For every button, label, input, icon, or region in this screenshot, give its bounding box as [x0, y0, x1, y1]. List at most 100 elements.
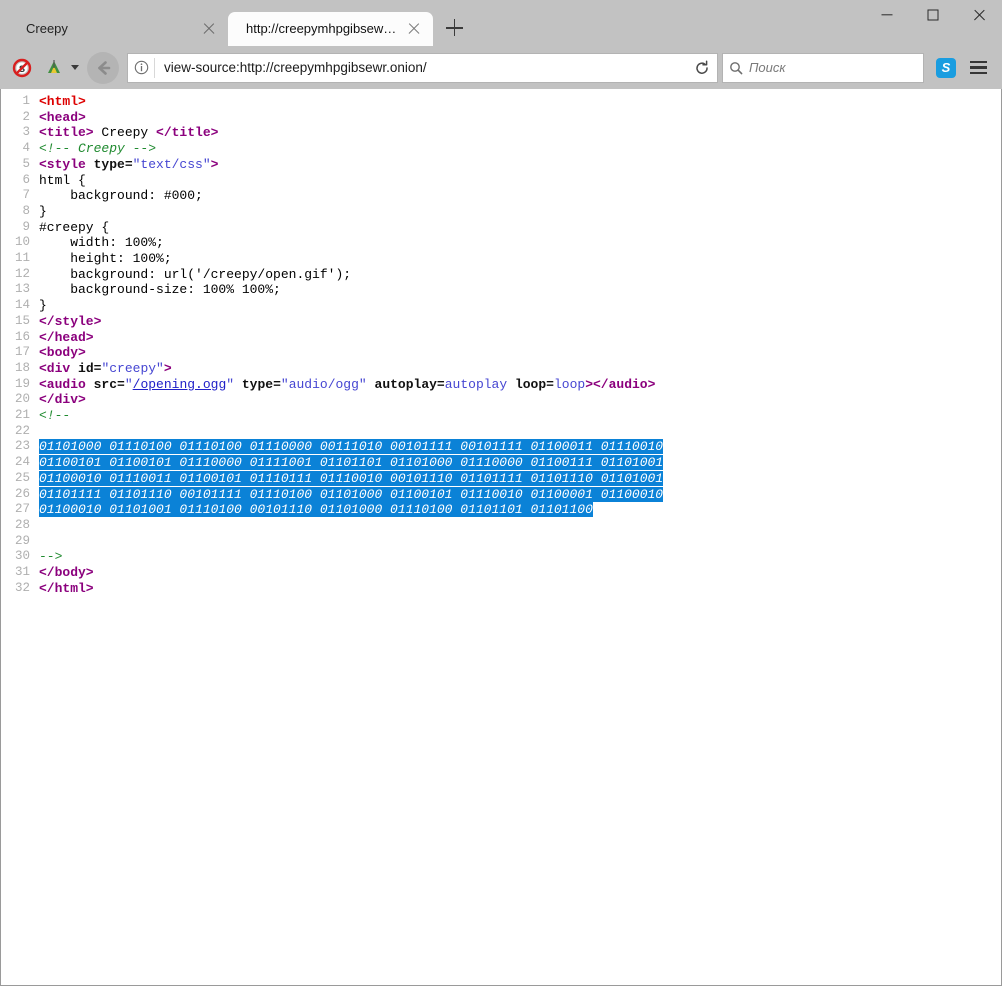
search-bar[interactable]: Поиск: [722, 53, 924, 83]
line-code[interactable]: }: [39, 204, 1001, 220]
line-code[interactable]: height: 100%;: [39, 251, 1001, 267]
tab-creepy[interactable]: Creepy: [8, 12, 228, 46]
line-code[interactable]: </div>: [39, 392, 1001, 408]
line-code[interactable]: <head>: [39, 110, 1001, 126]
source-link[interactable]: /opening.ogg: [133, 377, 227, 392]
window-controls: [864, 0, 1002, 46]
line-code[interactable]: 01100010 01101001 01110100 00101110 0110…: [39, 502, 1001, 518]
line-code[interactable]: }: [39, 298, 1001, 314]
source-comment: -->: [39, 549, 62, 564]
line-code[interactable]: </head>: [39, 330, 1001, 346]
line-number: 17: [1, 345, 39, 361]
new-tab-button[interactable]: [439, 13, 469, 43]
selected-binary-text: 01101000 01110100 01110100 01110000 0011…: [39, 439, 663, 454]
line-code[interactable]: background: #000;: [39, 188, 1001, 204]
line-number: 15: [1, 314, 39, 330]
source-token: "audio/ogg": [281, 377, 367, 392]
line-code[interactable]: width: 100%;: [39, 235, 1001, 251]
source-token: >: [211, 157, 219, 172]
minimize-button[interactable]: [864, 0, 910, 30]
line-code[interactable]: background: url('/creepy/open.gif');: [39, 267, 1001, 283]
search-input[interactable]: Поиск: [749, 60, 786, 75]
source-line: 29: [1, 534, 1001, 550]
line-code[interactable]: </style>: [39, 314, 1001, 330]
menu-button[interactable]: [964, 54, 992, 82]
line-number: 28: [1, 518, 39, 534]
line-number: 1: [1, 94, 39, 110]
line-code[interactable]: <audio src="/opening.ogg" type="audio/og…: [39, 377, 1001, 393]
source-token: >: [585, 377, 593, 392]
maximize-button[interactable]: [910, 0, 956, 30]
line-code[interactable]: <title> Creepy </title>: [39, 125, 1001, 141]
source-token: autoplay: [445, 377, 507, 392]
source-token: background: #000;: [39, 188, 203, 203]
line-number: 4: [1, 141, 39, 157]
line-number: 21: [1, 408, 39, 424]
source-line: 6html {: [1, 173, 1001, 189]
source-line: 12 background: url('/creepy/open.gif');: [1, 267, 1001, 283]
selected-binary-text: 01100101 01100101 01110000 01111001 0110…: [39, 455, 663, 470]
source-token: <body>: [39, 345, 86, 360]
source-line: 13 background-size: 100% 100%;: [1, 282, 1001, 298]
line-code[interactable]: [39, 424, 1001, 440]
line-code[interactable]: #creepy {: [39, 220, 1001, 236]
line-code[interactable]: <!--: [39, 408, 1001, 424]
reload-button[interactable]: [687, 60, 717, 76]
source-line: 5<style type="text/css">: [1, 157, 1001, 173]
line-number: 3: [1, 125, 39, 141]
source-code-listing[interactable]: 1<html>2<head>3<title> Creepy </title>4<…: [1, 94, 1001, 597]
maximize-icon: [928, 10, 939, 21]
page-info-icon[interactable]: [128, 60, 154, 75]
source-token: </html>: [39, 581, 94, 596]
tab-close-icon[interactable]: [405, 20, 423, 38]
line-code[interactable]: 01101000 01110100 01110100 01110000 0011…: [39, 439, 1001, 455]
line-number: 8: [1, 204, 39, 220]
back-button[interactable]: [87, 52, 119, 84]
line-code[interactable]: <!-- Creepy -->: [39, 141, 1001, 157]
hamburger-line: [970, 61, 987, 63]
url-input[interactable]: view-source:http://creepymhpgibsewr.onio…: [155, 60, 687, 75]
line-code[interactable]: <html>: [39, 94, 1001, 110]
reload-icon: [694, 60, 710, 76]
navigation-toolbar: S: [0, 46, 1002, 89]
line-code[interactable]: [39, 518, 1001, 534]
source-line: 16</head>: [1, 330, 1001, 346]
tab-close-icon[interactable]: [200, 20, 218, 38]
line-code[interactable]: <div id="creepy">: [39, 361, 1001, 377]
line-code[interactable]: 01100101 01100101 01110000 01111001 0110…: [39, 455, 1001, 471]
source-token: ": [125, 377, 133, 392]
skype-icon[interactable]: S: [936, 58, 956, 78]
source-line: 32</html>: [1, 581, 1001, 597]
source-token: <audio: [39, 377, 86, 392]
line-code[interactable]: -->: [39, 549, 1001, 565]
line-code[interactable]: </body>: [39, 565, 1001, 581]
source-token: html {: [39, 173, 86, 188]
tab-view-source[interactable]: http://creepymhpgibsewr.oni...: [228, 12, 433, 46]
line-code[interactable]: <body>: [39, 345, 1001, 361]
line-number: 13: [1, 282, 39, 298]
noscript-icon[interactable]: S: [8, 54, 36, 82]
line-code[interactable]: html {: [39, 173, 1001, 189]
hamburger-line: [970, 72, 987, 74]
source-token: type=: [234, 377, 281, 392]
line-code[interactable]: [39, 534, 1001, 550]
line-code[interactable]: background-size: 100% 100%;: [39, 282, 1001, 298]
url-bar[interactable]: view-source:http://creepymhpgibsewr.onio…: [127, 53, 718, 83]
source-line: 15</style>: [1, 314, 1001, 330]
source-line: 2501100010 01110011 01100101 01110111 01…: [1, 471, 1001, 487]
addon-shield-icon[interactable]: [40, 54, 68, 82]
chevron-down-icon[interactable]: [71, 65, 79, 70]
selected-binary-text: 01100010 01110011 01100101 01110111 0111…: [39, 471, 663, 486]
line-code[interactable]: 01100010 01110011 01100101 01110111 0111…: [39, 471, 1001, 487]
close-button[interactable]: [956, 0, 1002, 30]
line-number: 31: [1, 565, 39, 581]
line-code[interactable]: <style type="text/css">: [39, 157, 1001, 173]
source-token: "creepy": [101, 361, 163, 376]
source-line: 28: [1, 518, 1001, 534]
line-number: 10: [1, 235, 39, 251]
line-code[interactable]: 01101111 01101110 00101111 01110100 0110…: [39, 487, 1001, 503]
source-line: 17<body>: [1, 345, 1001, 361]
back-arrow-icon: [94, 59, 112, 77]
source-token: }: [39, 204, 47, 219]
line-code[interactable]: </html>: [39, 581, 1001, 597]
